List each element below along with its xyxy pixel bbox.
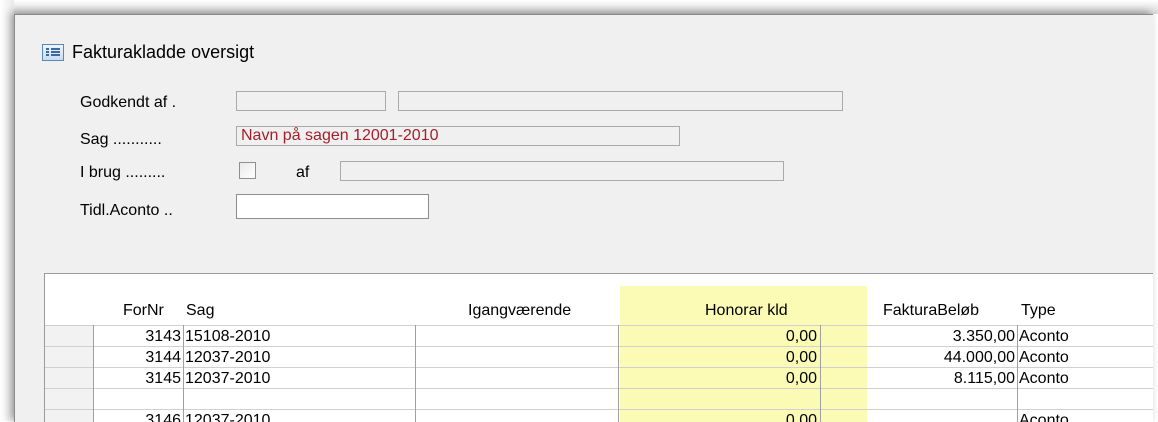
- column-header-honorar[interactable]: Honorar kld: [705, 302, 788, 320]
- cell-type: Aconto: [1019, 349, 1069, 366]
- cell-fornr: 3145: [145, 370, 181, 387]
- sag-field[interactable]: Navn på sagen 12001-2010: [236, 126, 680, 146]
- row-header-strip: [45, 325, 93, 422]
- cell-fakturabeloeb: 8.115,00: [953, 370, 1015, 387]
- cell-fakturabeloeb: 44.000,00: [943, 349, 1015, 366]
- cell-type: Aconto: [1019, 370, 1069, 387]
- godkendt-name-field[interactable]: [398, 91, 843, 111]
- cell-fornr: 3144: [145, 349, 181, 366]
- invoice-grid: ForNr Sag Igangværende Honorar kld Faktu…: [44, 273, 1153, 422]
- ibrug-af-field[interactable]: [340, 161, 784, 181]
- window-titlebar: Fakturakladde oversigt: [42, 40, 254, 64]
- cell-type: Aconto: [1019, 328, 1069, 345]
- cell-type: Aconto: [1019, 412, 1069, 422]
- form-list-icon: [42, 43, 64, 61]
- cell-fornr: 3143: [145, 328, 181, 345]
- cell-honorar: 0,00: [785, 370, 817, 387]
- cell-sag: 12037-2010: [185, 349, 271, 366]
- column-header-fakturabeloeb[interactable]: FakturaBeløb: [883, 302, 979, 320]
- grid-line: [183, 325, 184, 422]
- cell-fakturabeloeb: 3.350,00: [952, 328, 1015, 345]
- grid-line: [1017, 325, 1018, 422]
- tidl-aconto-label: Tidl.Aconto ..: [80, 202, 173, 219]
- cell-sag: 15108-2010: [185, 328, 271, 345]
- cell-honorar: 0,00: [785, 349, 817, 366]
- af-label: af: [296, 164, 310, 181]
- column-header-type[interactable]: Type: [1021, 302, 1056, 320]
- ibrug-checkbox[interactable]: [239, 162, 256, 179]
- sag-label: Sag ...........: [80, 131, 162, 148]
- column-header-sag[interactable]: Sag: [186, 302, 214, 320]
- cell-sag: 12037-2010: [185, 370, 271, 387]
- godkendt-initials-field[interactable]: [236, 91, 386, 111]
- cell-honorar: 0,00: [785, 328, 817, 345]
- grid-line: [820, 325, 821, 422]
- cell-sag: 12037-2010: [185, 412, 271, 422]
- tidl-aconto-field[interactable]: [236, 194, 429, 219]
- godkendt-label: Godkendt af .: [80, 94, 177, 111]
- ibrug-label: I brug .........: [80, 164, 166, 181]
- cell-fornr: 3146: [145, 412, 181, 422]
- desktop-shadow-left: [0, 0, 14, 421]
- cell-honorar: 0,00: [785, 412, 817, 422]
- column-header-fornr[interactable]: ForNr: [123, 302, 164, 320]
- desktop-shadow-top: [0, 0, 1158, 14]
- grid-line: [618, 325, 619, 422]
- grid-line: [415, 325, 416, 422]
- window-title: Fakturakladde oversigt: [72, 41, 255, 62]
- column-header-igangvaerende[interactable]: Igangværende: [468, 302, 571, 320]
